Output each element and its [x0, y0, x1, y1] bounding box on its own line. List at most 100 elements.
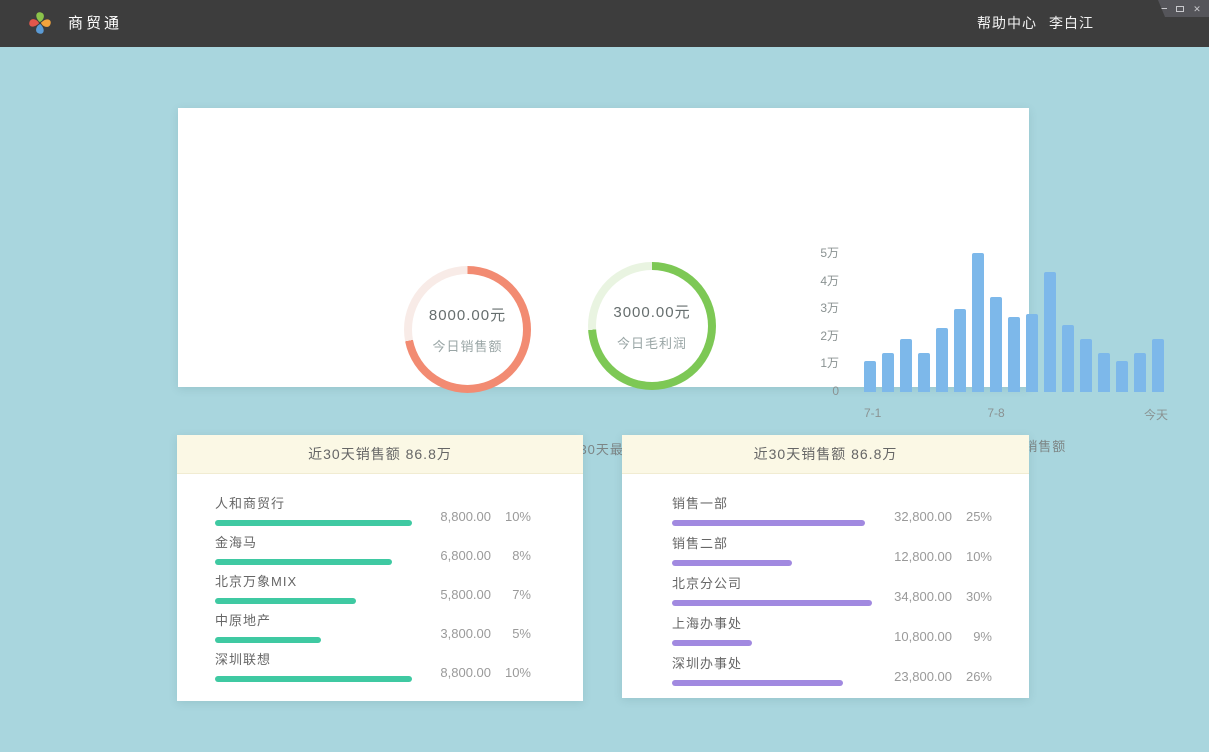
rank-row-figures: 8,800.00 10% [411, 506, 531, 526]
rank-row: 销售二部 12,800.00 10% [672, 536, 992, 566]
rank-row-percent: 9% [952, 629, 992, 644]
x-tick-label: 7-1 [864, 406, 881, 420]
rank-row-percent: 26% [952, 669, 992, 684]
chart-bar [1044, 272, 1056, 392]
chart-bar [1098, 353, 1110, 392]
rank-row-bar [672, 600, 872, 606]
username-menu[interactable]: 李白江 [1049, 0, 1094, 47]
y-tick-label: 4万 [794, 274, 839, 288]
today-profit-donut: 3000.00元 今日毛利润 [588, 262, 716, 390]
app-window: 商贸通 帮助中心 李白江 ✕ 8000.00元 今日销售额 30天最高：10,0… [0, 0, 1209, 752]
help-center-link[interactable]: 帮助中心 [977, 0, 1037, 47]
bar-chart-bars [864, 253, 1168, 392]
rank-row-percent: 10% [952, 549, 992, 564]
today-sales-value: 8000.00元 [429, 304, 506, 325]
chart-bar [1134, 353, 1146, 392]
chart-bar [1080, 339, 1092, 392]
rank-row: 金海马 6,800.00 8% [215, 535, 531, 565]
rank-row-bar [215, 598, 356, 604]
chart-bar [936, 328, 948, 392]
rank-row: 深圳联想 8,800.00 10% [215, 652, 531, 682]
rank-row-value: 5,800.00 [411, 587, 491, 602]
y-tick-label: 0 [794, 384, 839, 398]
window-controls: ✕ [1149, 0, 1209, 17]
rank-row-figures: 5,800.00 7% [411, 584, 531, 604]
rank-row: 中原地产 3,800.00 5% [215, 613, 531, 643]
rank-row-value: 32,800.00 [872, 509, 952, 524]
rank-row-value: 6,800.00 [411, 548, 491, 563]
rank-row-value: 23,800.00 [872, 669, 952, 684]
minimize-icon[interactable] [1158, 4, 1168, 14]
bar-chart-y-axis: 5万4万3万2万1万0 [794, 246, 839, 398]
chart-bar [1008, 317, 1020, 392]
rank-row-value: 8,800.00 [411, 665, 491, 680]
chart-bar [882, 353, 894, 392]
y-tick-label: 3万 [794, 301, 839, 315]
rank-row-bar [215, 676, 412, 682]
rank-row: 北京分公司 34,800.00 30% [672, 576, 992, 606]
rank-row-bar [672, 520, 865, 526]
customer-rank-list: 人和商贸行 8,800.00 10% 金海马 6,800.00 8% 北京万象M… [177, 474, 583, 682]
today-profit-donut-center: 3000.00元 今日毛利润 [596, 270, 708, 382]
bar-chart-x-axis: 7-1 7-8 今天 [864, 406, 1168, 420]
rank-row-figures: 34,800.00 30% [872, 586, 992, 606]
rank-row-percent: 7% [491, 587, 531, 602]
rank-row: 深圳办事处 23,800.00 26% [672, 656, 992, 686]
rank-row-bar [215, 637, 321, 643]
close-icon[interactable]: ✕ [1192, 4, 1202, 14]
rank-row-figures: 12,800.00 10% [872, 546, 992, 566]
today-summary-card: 8000.00元 今日销售额 30天最高：10,000.00元 3000.00元… [178, 108, 1029, 387]
header-bar: 商贸通 帮助中心 李白江 ✕ [0, 0, 1209, 47]
x-tick-label: 7-8 [987, 406, 1004, 420]
chart-bar [954, 309, 966, 392]
app-logo-pinwheel-icon [26, 9, 54, 37]
rank-row-figures: 6,800.00 8% [411, 545, 531, 565]
rank-row-bar [672, 640, 752, 646]
customer-rank-card: 近30天销售额 86.8万 人和商贸行 8,800.00 10% 金海马 6,8… [177, 435, 583, 701]
rank-row-value: 8,800.00 [411, 509, 491, 524]
chart-bar [972, 253, 984, 392]
customer-rank-title: 近30天销售额 86.8万 [177, 435, 583, 474]
rank-row-figures: 8,800.00 10% [411, 662, 531, 682]
chart-bar [864, 361, 876, 392]
chart-bar [1152, 339, 1164, 392]
rank-row-figures: 23,800.00 26% [872, 666, 992, 686]
rank-row-percent: 10% [491, 509, 531, 524]
rank-row-bar [672, 560, 792, 566]
chart-bar [900, 339, 912, 392]
chart-bar [990, 297, 1002, 392]
rank-row-value: 34,800.00 [872, 589, 952, 604]
rank-row-percent: 8% [491, 548, 531, 563]
rank-row: 北京万象MIX 5,800.00 7% [215, 574, 531, 604]
rank-row: 上海办事处 10,800.00 9% [672, 616, 992, 646]
rank-row-bar [672, 680, 843, 686]
department-rank-title: 近30天销售额 86.8万 [622, 435, 1029, 474]
chart-bar [1116, 361, 1128, 392]
rank-row-percent: 30% [952, 589, 992, 604]
y-tick-label: 5万 [794, 246, 839, 260]
today-sales-donut-center: 8000.00元 今日销售额 [412, 274, 523, 385]
rank-row-figures: 32,800.00 25% [872, 506, 992, 526]
y-tick-label: 2万 [794, 329, 839, 343]
department-rank-list: 销售一部 32,800.00 25% 销售二部 12,800.00 10% 北京… [622, 474, 1029, 686]
rank-row-figures: 10,800.00 9% [872, 626, 992, 646]
app-title: 商贸通 [68, 0, 122, 47]
rank-row-value: 12,800.00 [872, 549, 952, 564]
department-rank-card: 近30天销售额 86.8万 销售一部 32,800.00 25% 销售二部 12… [622, 435, 1029, 698]
rank-row: 销售一部 32,800.00 25% [672, 496, 992, 526]
chart-bar [1062, 325, 1074, 392]
rank-row-bar [215, 520, 412, 526]
rank-row-figures: 3,800.00 5% [411, 623, 531, 643]
x-tick-label: 今天 [1144, 406, 1168, 423]
maximize-icon[interactable] [1175, 4, 1185, 14]
rank-row-value: 3,800.00 [411, 626, 491, 641]
today-profit-value: 3000.00元 [613, 301, 690, 322]
rank-row-percent: 10% [491, 665, 531, 680]
chart-bar [918, 353, 930, 392]
today-sales-label: 今日销售额 [432, 336, 502, 355]
rank-row: 人和商贸行 8,800.00 10% [215, 496, 531, 526]
rank-row-bar [215, 559, 392, 565]
today-profit-label: 今日毛利润 [617, 333, 687, 352]
rank-row-value: 10,800.00 [872, 629, 952, 644]
rank-row-percent: 25% [952, 509, 992, 524]
